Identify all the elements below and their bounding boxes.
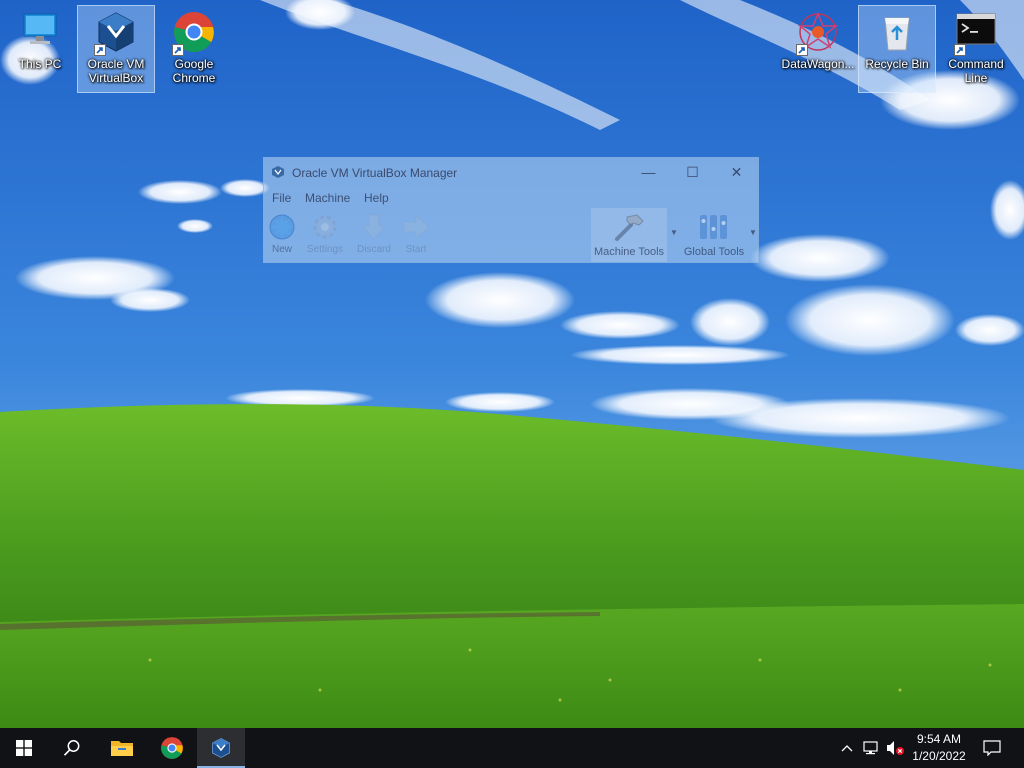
menu-bar: File Machine Help [264, 188, 758, 208]
notification-icon [983, 740, 1001, 756]
close-button[interactable]: ✕ [714, 158, 759, 187]
shortcut-arrow-icon [172, 44, 184, 56]
virtualbox-icon [212, 738, 230, 758]
desktop-icon-recycle-bin[interactable]: Recycle Bin [858, 5, 936, 93]
discard-button[interactable]: Discard [352, 210, 396, 260]
desktop-icon-google-chrome[interactable]: Google Chrome [156, 6, 232, 92]
discard-label: Discard [357, 244, 391, 255]
menu-help[interactable]: Help [364, 191, 389, 205]
machine-tools-label: Machine Tools [593, 246, 665, 258]
windows-logo-icon [16, 740, 32, 756]
network-tray-button[interactable] [859, 728, 883, 768]
global-tools-dropdown-icon[interactable]: ▼ [749, 228, 757, 237]
arrow-down-icon [361, 214, 387, 240]
network-icon [863, 741, 878, 755]
taskbar: 9:54 AM 1/20/2022 [0, 728, 1024, 768]
window-title: Oracle VM VirtualBox Manager [292, 166, 458, 180]
desktop-icon-datawagon[interactable]: DataWagon... [780, 6, 856, 92]
machine-tools-dropdown-icon[interactable]: ▼ [670, 228, 678, 237]
new-button[interactable]: New [260, 210, 304, 260]
chevron-up-icon [841, 745, 853, 752]
desktop-icon-label: Oracle VM VirtualBox [87, 57, 145, 85]
show-hidden-icons-button[interactable] [835, 728, 859, 768]
start-button[interactable]: Start [394, 210, 438, 260]
desktop-icon-command-line[interactable]: Command Line [938, 6, 1014, 92]
start-label: Start [405, 244, 427, 255]
desktop-icon-label: Recycle Bin [865, 57, 929, 71]
virtualbox-manager-window[interactable]: Oracle VM VirtualBox Manager — ☐ ✕ File … [263, 157, 759, 263]
desktop-wallpaper [0, 0, 1024, 728]
folder-icon [111, 741, 133, 756]
window-title-bar[interactable]: Oracle VM VirtualBox Manager — ☐ ✕ [264, 158, 758, 187]
global-tools-label: Global Tools [683, 246, 745, 258]
gear-icon [313, 215, 337, 239]
search-button[interactable] [48, 728, 96, 768]
maximize-button[interactable]: ☐ [670, 158, 715, 187]
machine-tools-button[interactable]: Machine Tools [591, 208, 667, 262]
desktop-icon-this-pc[interactable]: This PC [2, 6, 78, 92]
desktop-icon-virtualbox[interactable]: Oracle VM VirtualBox [77, 5, 155, 93]
global-tools-icon [700, 215, 727, 239]
menu-machine[interactable]: Machine [305, 191, 350, 205]
clock-time: 9:54 AM [916, 732, 962, 746]
shortcut-arrow-icon [94, 44, 106, 56]
taskbar-clock[interactable]: 9:54 AM 1/20/2022 [904, 728, 974, 768]
action-center-button[interactable] [979, 728, 1005, 768]
desktop-icon-label: Google Chrome [172, 57, 216, 85]
minimize-button[interactable]: — [626, 158, 671, 187]
taskbar-file-explorer[interactable] [98, 728, 146, 768]
recycle-bin-icon [884, 17, 910, 51]
settings-button[interactable]: Settings [303, 210, 347, 260]
speaker-muted-icon [887, 741, 904, 755]
start-menu-button[interactable] [0, 728, 48, 768]
chrome-icon [161, 737, 183, 759]
new-label: New [271, 244, 292, 255]
new-machine-icon [269, 214, 295, 240]
shortcut-arrow-icon [954, 44, 966, 56]
search-icon [63, 740, 80, 756]
arrow-right-icon [403, 214, 430, 240]
monitor-icon [23, 13, 57, 44]
clock-date: 1/20/2022 [912, 749, 966, 763]
taskbar-google-chrome[interactable] [148, 728, 196, 768]
hammer-icon [615, 214, 644, 241]
menu-file[interactable]: File [272, 191, 291, 205]
desktop-icon-label: Command Line [948, 57, 1004, 85]
settings-label: Settings [306, 244, 344, 255]
shortcut-arrow-icon [796, 44, 808, 56]
virtualbox-icon [271, 165, 285, 184]
desktop-icon-label: DataWagon... [781, 57, 855, 71]
desktop-icon-label: This PC [18, 57, 62, 71]
global-tools-button[interactable]: Global Tools [681, 208, 747, 262]
taskbar-virtualbox[interactable] [197, 728, 245, 768]
